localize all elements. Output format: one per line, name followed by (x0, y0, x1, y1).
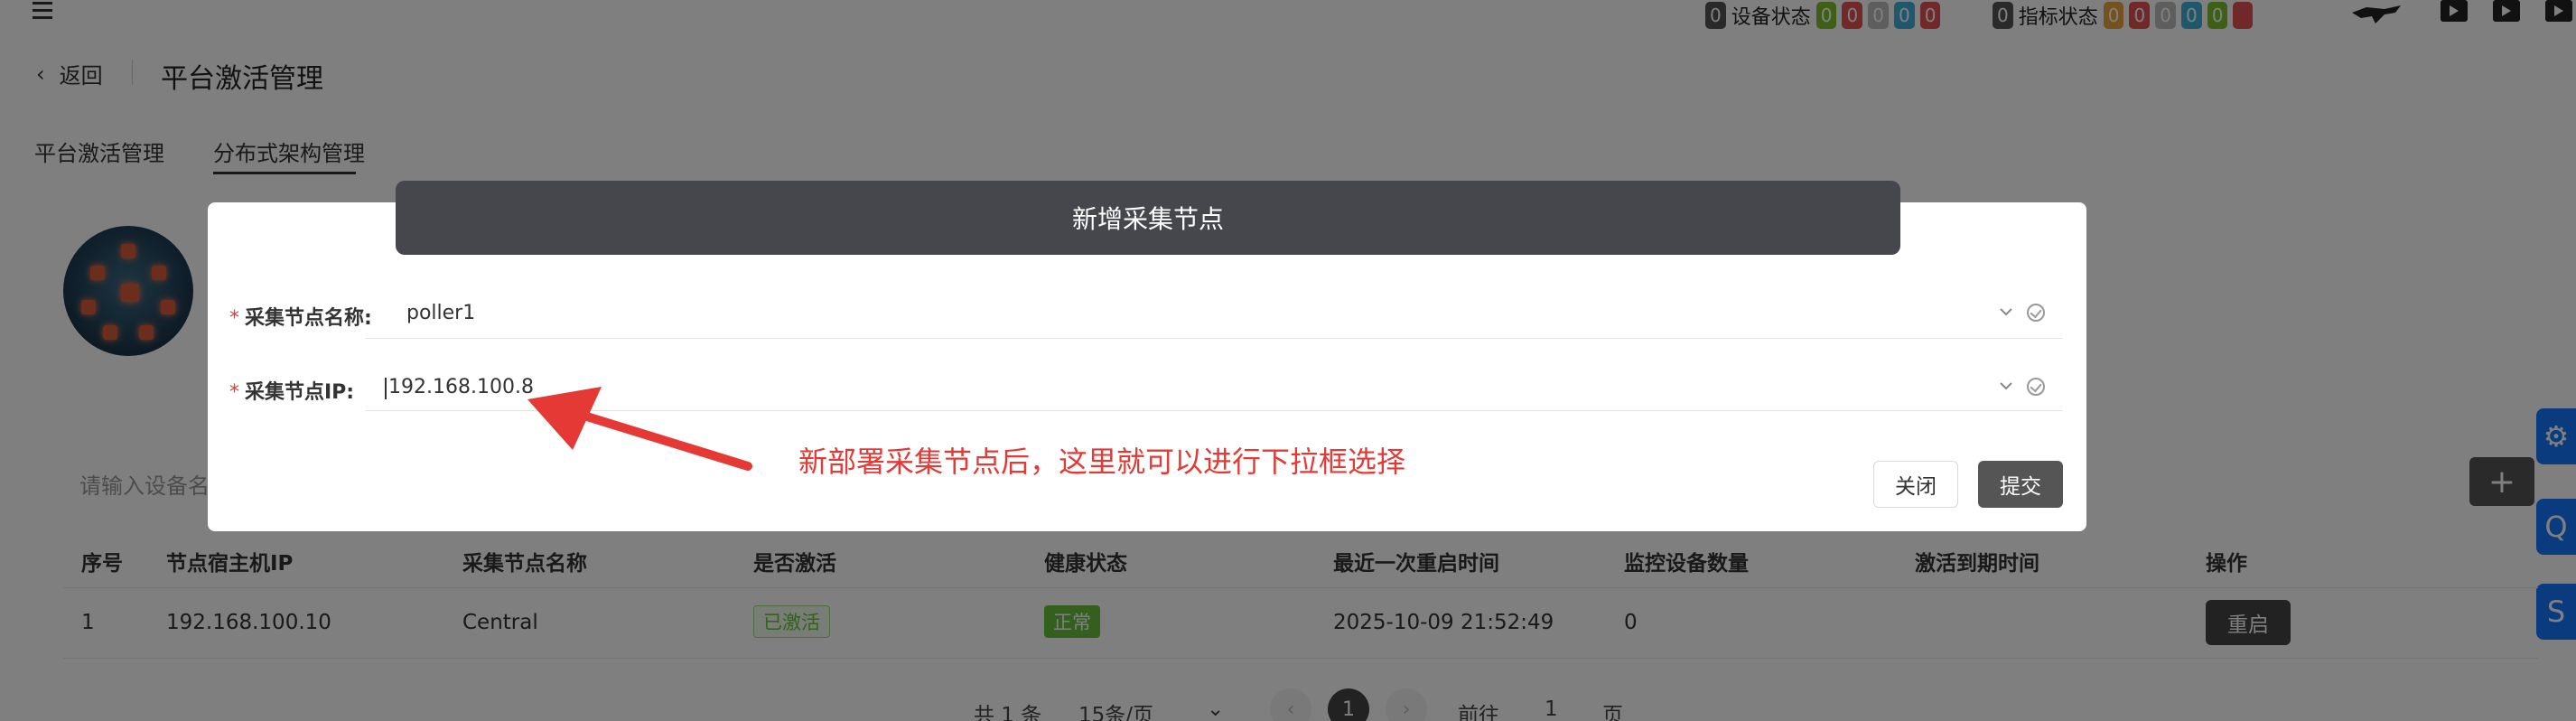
text-caret (385, 378, 387, 399)
check-circle-icon (2027, 378, 2045, 396)
node-name-label-text: 采集节点名称: (245, 307, 372, 330)
node-name-label: * 采集节点名称: (229, 302, 372, 331)
annotation-arrow-icon (524, 383, 759, 473)
node-name-select[interactable]: poller1 (406, 302, 475, 324)
dialog-title: 新增采集节点 (396, 181, 1900, 255)
chevron-down-icon[interactable] (1998, 378, 2014, 394)
annotation-text: 新部署采集节点后，这里就可以进行下拉框选择 (798, 445, 1406, 479)
node-ip-select[interactable]: 192.168.100.8 (388, 376, 534, 398)
required-mark: * (229, 307, 239, 330)
check-circle-icon (2027, 304, 2045, 322)
node-ip-label-text: 采集节点IP: (245, 381, 355, 404)
node-ip-label: * 采集节点IP: (229, 376, 354, 405)
required-mark: * (229, 381, 239, 404)
chevron-down-icon[interactable] (1998, 304, 2014, 320)
node-name-underline (365, 338, 2063, 339)
submit-button[interactable]: 提交 (1978, 461, 2063, 508)
close-button[interactable]: 关闭 (1873, 461, 1958, 508)
